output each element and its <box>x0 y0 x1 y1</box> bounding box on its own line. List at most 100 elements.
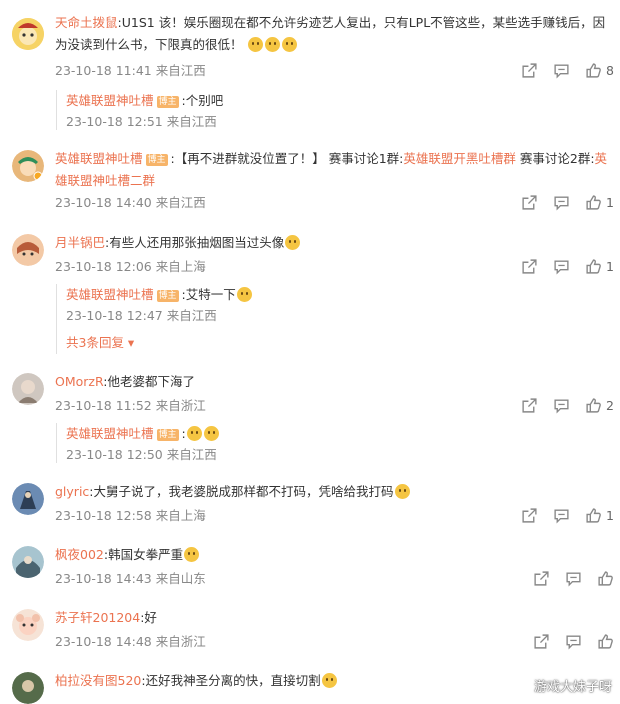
reply-username[interactable]: 英雄联盟神吐槽 <box>66 426 154 441</box>
comment-icon <box>566 572 581 587</box>
like-button[interactable] <box>597 633 614 650</box>
comment-actions <box>518 633 614 650</box>
author-badge: 博主 <box>145 154 168 166</box>
comment-text: glyric:大舅子说了，我老婆脱成那样都不打码，凭啥给我打码 <box>55 481 610 503</box>
comment-text: 天命土拨鼠:U1S1 该！娱乐圈现在都不允许劣迹艺人复出，只有LPL不管这些，某… <box>55 15 606 52</box>
group-link[interactable]: 英雄联盟开黑吐槽群 <box>403 151 516 166</box>
emoji-icon <box>264 37 280 52</box>
comment-username[interactable]: 月半锅巴 <box>55 235 105 250</box>
comment-meta: 23-10-18 12:58 来自上海 <box>55 508 206 523</box>
like-button[interactable]: 1 <box>585 507 614 524</box>
comment-username[interactable]: 天命土拨鼠 <box>55 15 118 30</box>
comment-meta: 23-10-18 14:43 来自山东 <box>55 571 206 586</box>
reply-username[interactable]: 英雄联盟神吐槽 <box>66 93 154 108</box>
emoji-icon <box>184 547 200 562</box>
share-button[interactable] <box>521 194 538 211</box>
comment-actions: 1 <box>506 258 614 275</box>
comment-text: 柏拉没有图520:还好我神圣分离的快，直接切割 <box>55 670 610 692</box>
share-icon <box>522 63 537 78</box>
comment-button[interactable] <box>553 194 570 211</box>
avatar[interactable] <box>12 483 44 515</box>
share-button[interactable] <box>521 62 538 79</box>
share-icon <box>534 571 549 586</box>
reply-item: 英雄联盟神吐槽 博主:艾特一下 23-10-18 12:47 来自江西 共3条回复… <box>56 284 610 354</box>
comment-icon <box>554 196 569 211</box>
like-icon <box>586 63 601 78</box>
comment-text: 英雄联盟神吐槽 博主:【再不进群就没位置了！】 赛事讨论1群:英雄联盟开黑吐槽群 … <box>55 151 608 188</box>
avatar[interactable] <box>12 672 44 704</box>
avatar[interactable] <box>12 234 44 266</box>
emoji-icon <box>394 484 410 499</box>
more-replies-link[interactable]: 共3条回复 ▾ <box>66 335 134 350</box>
comment-button[interactable] <box>565 633 582 650</box>
like-icon <box>598 571 613 586</box>
emoji-icon <box>321 673 337 688</box>
comment-username[interactable]: 英雄联盟神吐槽 <box>55 151 143 166</box>
emoji-icon <box>247 37 263 52</box>
comment-button[interactable] <box>553 62 570 79</box>
comment-button[interactable] <box>565 570 582 587</box>
comment-meta: 23-10-18 11:52 来自浙江 <box>55 398 206 413</box>
share-button[interactable] <box>521 507 538 524</box>
comment-actions: 1 <box>506 194 614 211</box>
comment-meta: 23-10-18 12:06 来自上海 <box>55 259 206 274</box>
avatar[interactable] <box>12 150 44 182</box>
author-badge: 博主 <box>156 429 179 441</box>
like-icon <box>598 634 613 649</box>
like-button[interactable] <box>597 570 614 587</box>
comment-meta: 23-10-18 14:40 来自江西 <box>55 195 206 210</box>
reply-item: 英雄联盟神吐槽 博主: 23-10-18 12:50 来自江西 <box>56 423 610 463</box>
emoji-icon <box>203 426 219 441</box>
emoji-icon <box>236 287 252 302</box>
comment-username[interactable]: 苏子轩201204 <box>55 610 140 625</box>
emoji-icon <box>285 235 301 250</box>
comment-icon <box>554 509 569 524</box>
like-button[interactable]: 1 <box>585 194 614 211</box>
avatar[interactable] <box>12 609 44 641</box>
comment-actions: 1 <box>506 507 614 524</box>
comment-actions <box>518 570 614 587</box>
share-icon <box>534 634 549 649</box>
share-button[interactable] <box>521 397 538 414</box>
comment-button[interactable] <box>553 507 570 524</box>
author-badge: 博主 <box>156 290 179 302</box>
share-icon <box>522 195 537 210</box>
comment-button[interactable] <box>553 258 570 275</box>
comment-button[interactable] <box>553 397 570 414</box>
comment-username[interactable]: 枫夜002 <box>55 547 104 562</box>
like-icon <box>586 508 601 523</box>
share-button[interactable] <box>533 633 550 650</box>
reply-item: 英雄联盟神吐槽 博主:个别吧 23-10-18 12:51 来自江西 <box>56 90 610 130</box>
comment-text: 苏子轩201204:好 <box>55 610 157 625</box>
comment-text: 月半锅巴:有些人还用那张抽烟图当过头像 <box>55 232 610 254</box>
like-icon <box>586 259 601 274</box>
comment-username[interactable]: glyric <box>55 484 89 499</box>
emoji-icon <box>186 426 202 441</box>
comment-icon <box>566 635 581 650</box>
avatar[interactable] <box>12 373 44 405</box>
share-button[interactable] <box>521 258 538 275</box>
comment-icon <box>554 399 569 414</box>
comment-text: OMorzR:他老婆都下海了 <box>55 374 195 389</box>
like-icon <box>586 398 601 413</box>
like-button[interactable]: 8 <box>585 62 614 79</box>
share-button[interactable] <box>533 570 550 587</box>
comment-actions: 8 <box>506 62 614 79</box>
comment-username[interactable]: 柏拉没有图520 <box>55 673 141 688</box>
comment-meta: 23-10-18 11:41 来自江西 <box>55 63 206 78</box>
like-icon <box>586 195 601 210</box>
emoji-icon <box>281 37 297 52</box>
share-icon <box>522 508 537 523</box>
like-button[interactable]: 2 <box>585 397 614 414</box>
comment-actions: 2 <box>506 397 614 414</box>
reply-username[interactable]: 英雄联盟神吐槽 <box>66 287 154 302</box>
like-button[interactable]: 1 <box>585 258 614 275</box>
avatar[interactable] <box>12 18 44 50</box>
avatar[interactable] <box>12 546 44 578</box>
comment-icon <box>554 64 569 79</box>
comment-meta: 23-10-18 14:48 来自浙江 <box>55 634 206 649</box>
comment-username[interactable]: OMorzR <box>55 374 103 389</box>
share-icon <box>522 398 537 413</box>
author-badge: 博主 <box>156 96 179 108</box>
share-icon <box>522 259 537 274</box>
